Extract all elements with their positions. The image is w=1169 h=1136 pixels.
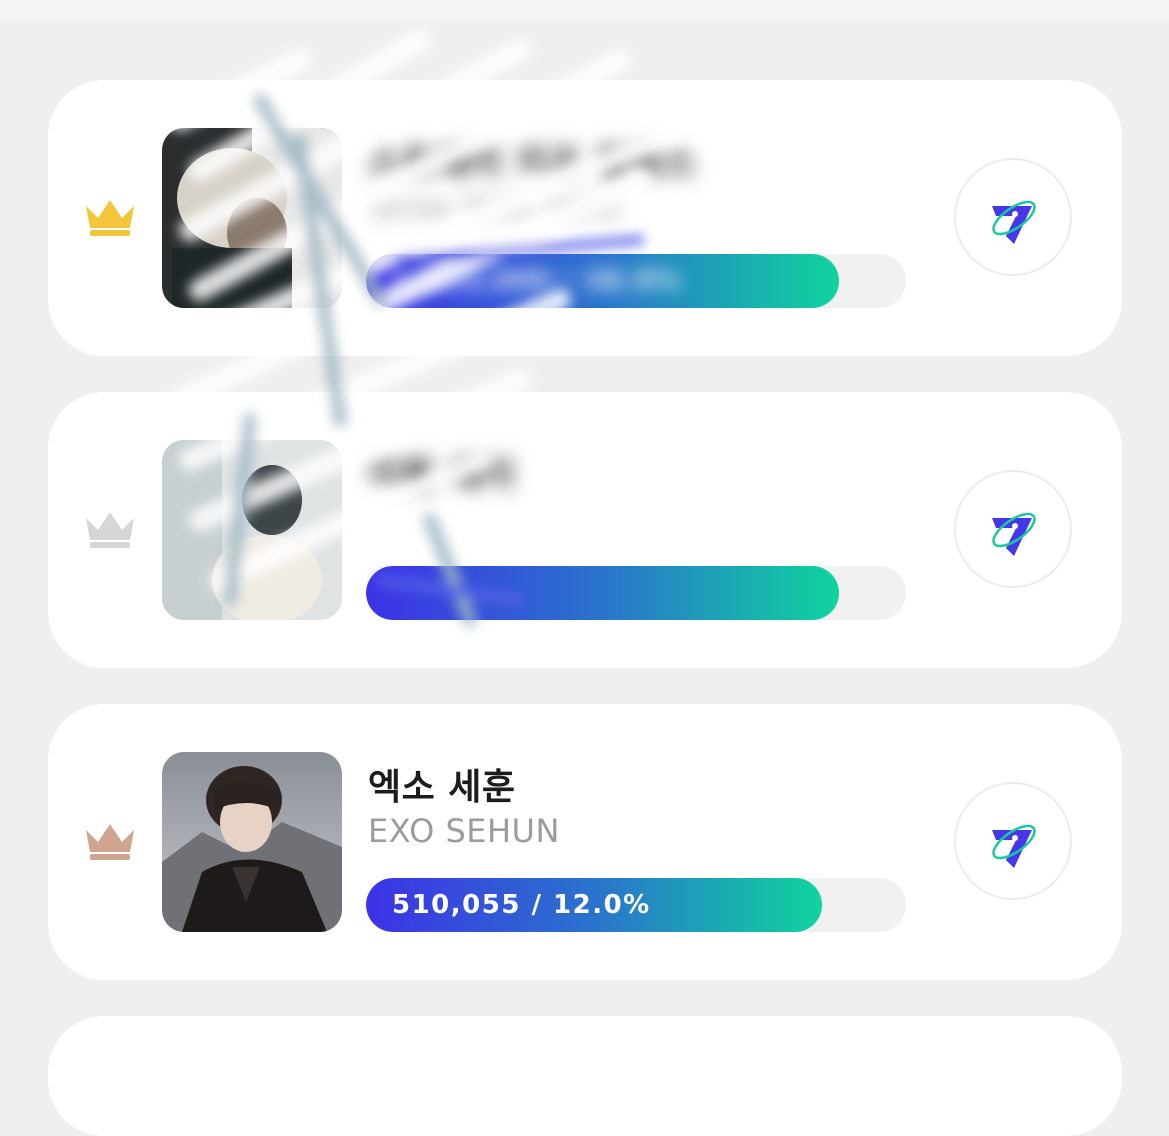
vote-progress-fill <box>366 566 839 620</box>
artist-photo <box>162 128 342 308</box>
ranking-card-3[interactable]: 엑소 세훈 EXO SEHUN 510,055 / 12.0% <box>48 704 1122 980</box>
ranking-card-4[interactable] <box>48 1016 1122 1136</box>
artist-photo <box>162 752 342 932</box>
gold-crown-icon <box>86 200 134 236</box>
artist-photo <box>162 440 342 620</box>
artist-name-english: EXO SEHUN <box>368 812 560 850</box>
vote-logo-icon <box>992 824 1036 868</box>
artist-name-korean: 엑소 세훈 <box>368 767 516 808</box>
vote-button[interactable] <box>954 782 1072 900</box>
vote-logo-icon <box>992 200 1036 244</box>
vote-progress-track: 1,653,000 / 38.9% <box>366 254 906 308</box>
vote-count-label: 510,055 / 12.0% <box>392 890 651 920</box>
vote-button[interactable] <box>954 470 1072 588</box>
vote-logo-icon <box>992 512 1036 556</box>
vote-progress-track: 510,055 / 12.0% <box>366 878 906 932</box>
silver-crown-icon <box>86 512 134 548</box>
vote-count-label: 1,653,000 / 38.9% <box>392 266 682 296</box>
vote-button[interactable] <box>954 158 1072 276</box>
artist-name-korean: 스트레이 키즈 필릭스 <box>368 143 697 184</box>
ranking-card-1[interactable]: 스트레이 키즈 필릭스 Stray Kids Felix 1,653,000 /… <box>48 80 1122 356</box>
artist-name-english: Stray Kids Felix <box>368 188 621 226</box>
ranking-list: 스트레이 키즈 필릭스 Stray Kids Felix 1,653,000 /… <box>0 0 1169 1136</box>
ranking-card-2[interactable]: 이필 레이 <box>48 392 1122 668</box>
vote-progress-track <box>366 566 906 620</box>
artist-name-korean: 이필 레이 <box>368 455 516 496</box>
bronze-crown-icon <box>86 824 134 860</box>
